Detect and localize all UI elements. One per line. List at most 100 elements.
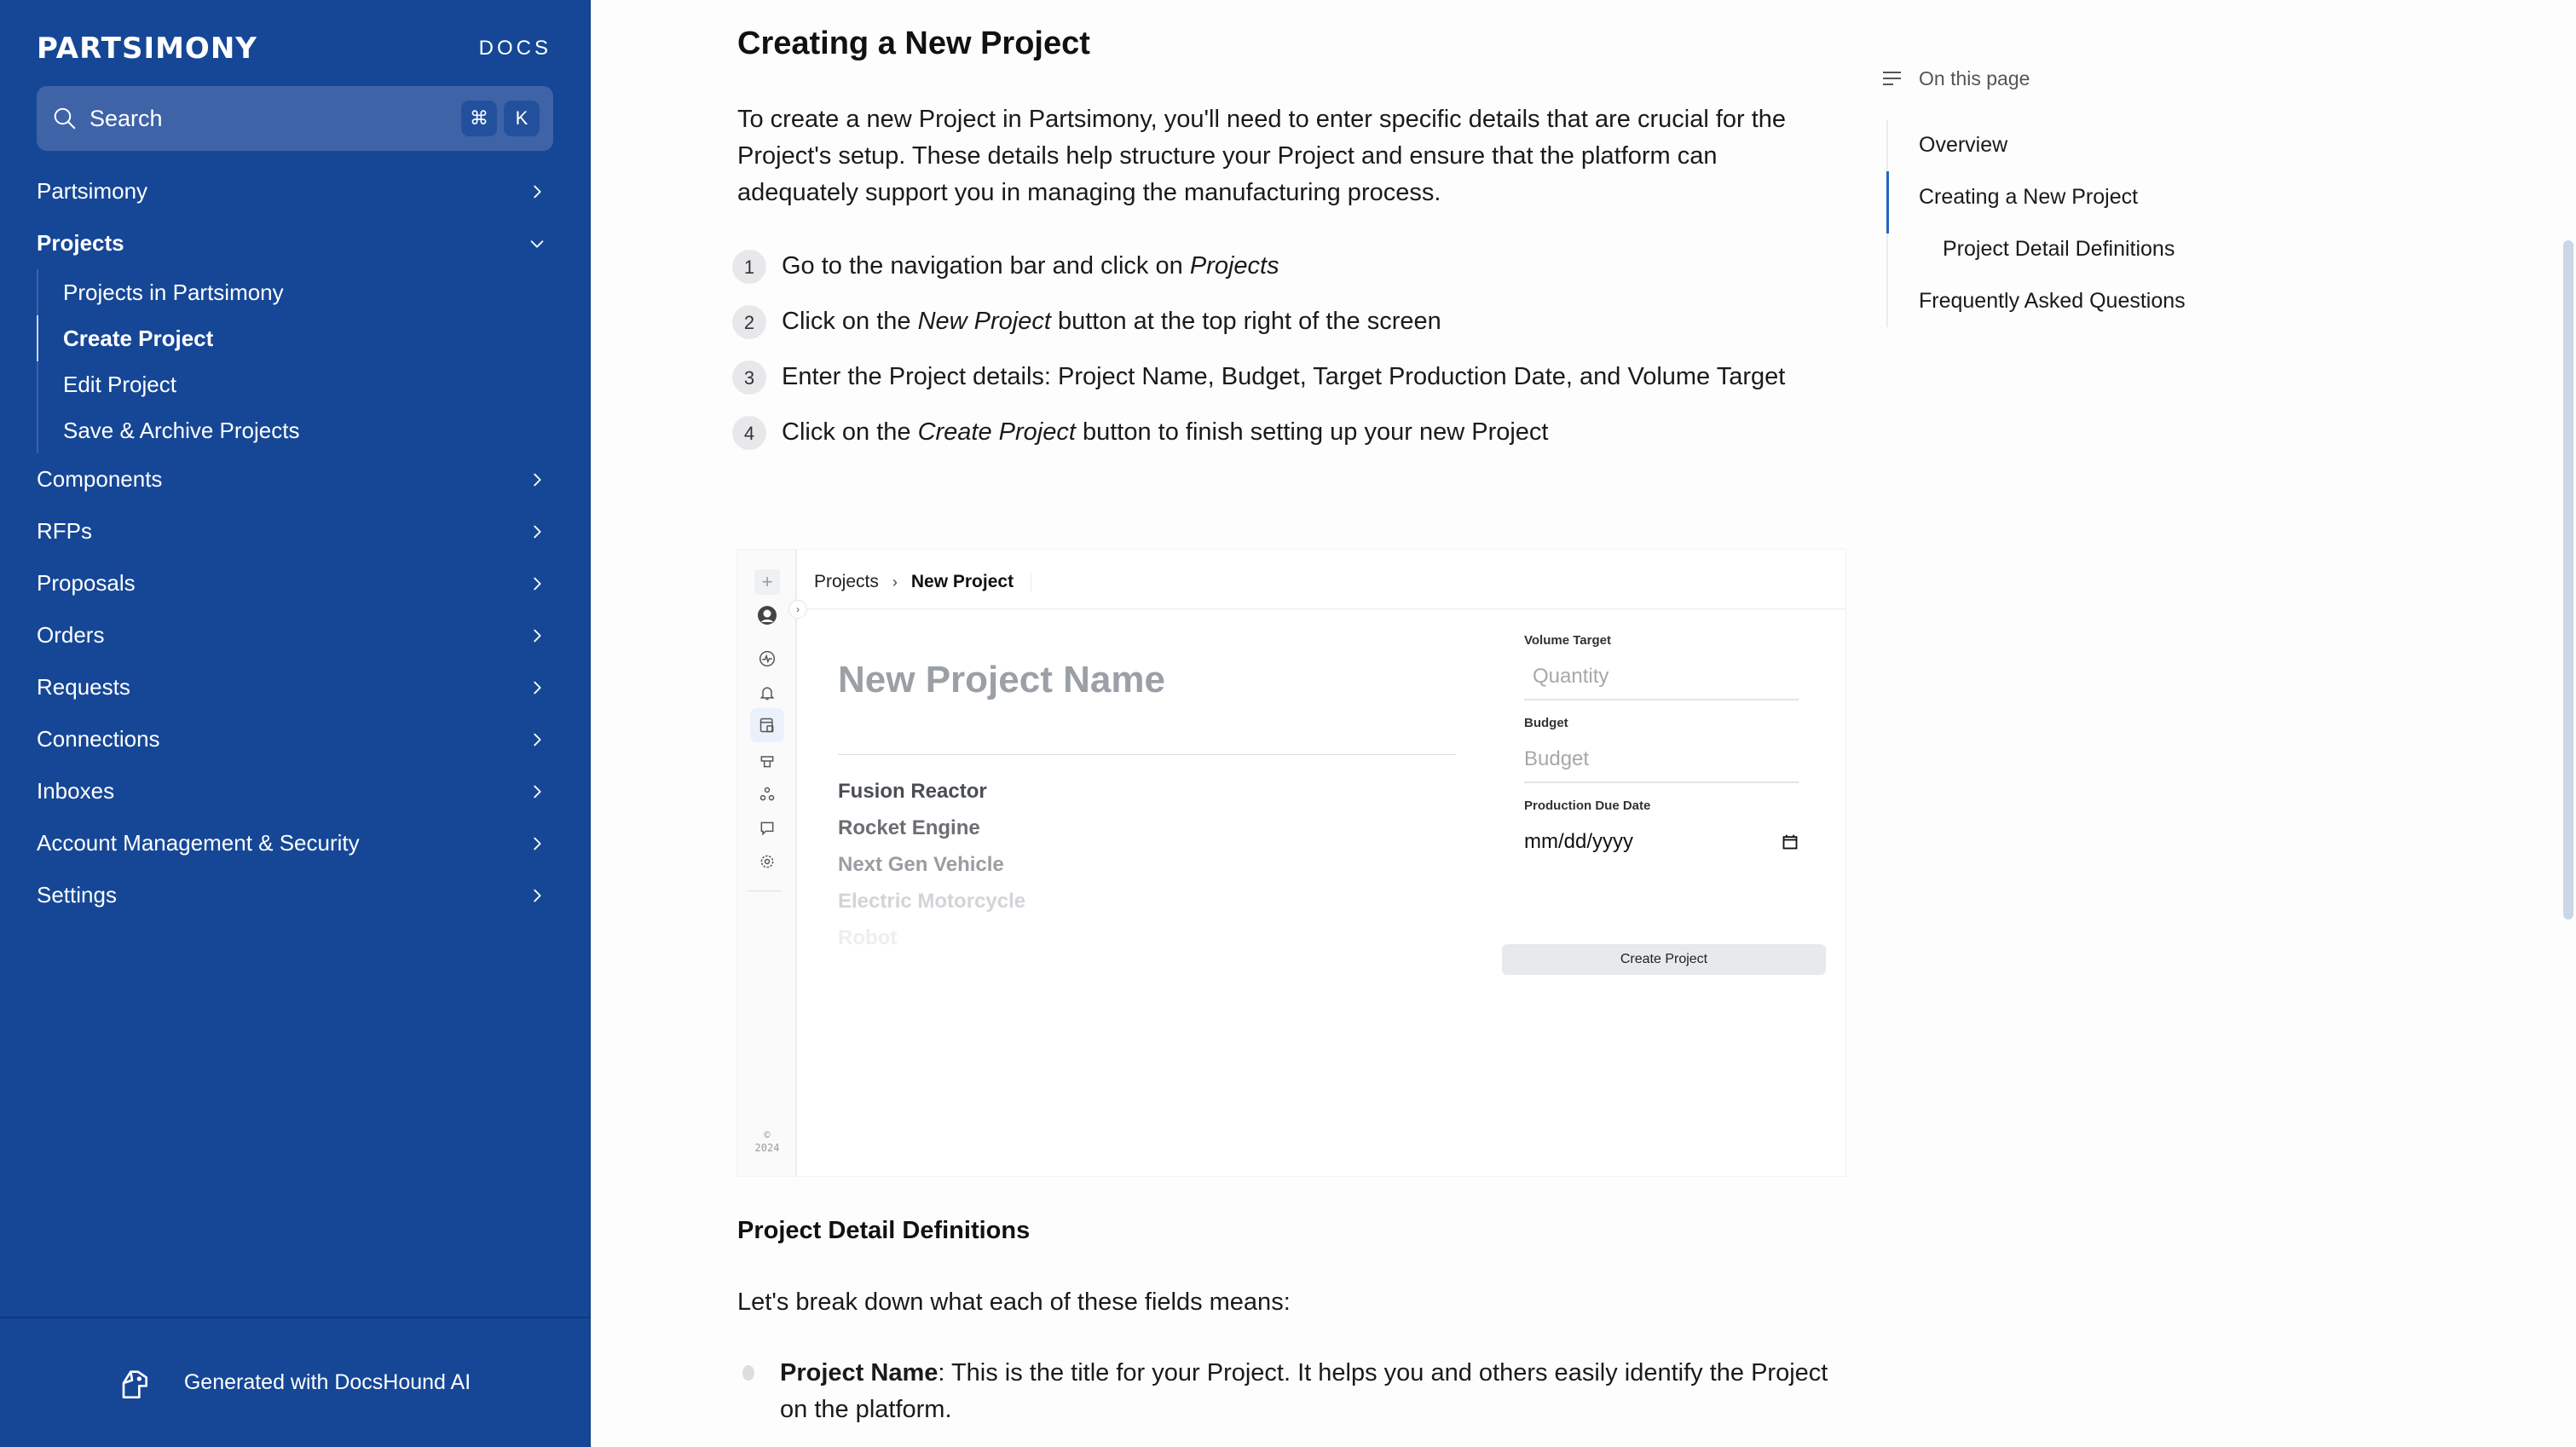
sidebar-subitem-projects-in-partsimony[interactable]: Projects in Partsimony bbox=[38, 269, 591, 315]
production-due-date-input: mm/dd/yyyy bbox=[1524, 825, 1799, 859]
sidebar-item-requests[interactable]: Requests bbox=[0, 661, 591, 713]
step-number: 2 bbox=[732, 305, 766, 339]
project-form: Volume Target Quantity Budget Budget Pro… bbox=[1524, 633, 1799, 859]
suggestion-item: Robot bbox=[838, 926, 898, 949]
sidebar-item-orders[interactable]: Orders bbox=[0, 609, 591, 661]
sidebar-item-projects[interactable]: Projects bbox=[0, 217, 591, 269]
toc-item-creating-a-new-project[interactable]: Creating a New Project bbox=[1886, 171, 2357, 233]
step-item: 4 Click on the Create Project button to … bbox=[732, 414, 1837, 451]
sidebar-subitem-create-project[interactable]: Create Project bbox=[37, 315, 591, 361]
toc-item-overview[interactable]: Overview bbox=[1888, 119, 2357, 171]
step-text: Enter the Project details: Project Name,… bbox=[782, 363, 1786, 390]
sidebar-item-label: Connections bbox=[37, 726, 160, 752]
chevron-right-icon bbox=[534, 577, 541, 590]
breadcrumb-separator-icon: › bbox=[892, 573, 898, 591]
header-divider bbox=[807, 608, 1845, 609]
budget-label: Budget bbox=[1524, 716, 1568, 730]
suggestion-item: Next Gen Vehicle bbox=[838, 853, 1004, 876]
sidebar-item-label: Proposals bbox=[37, 570, 136, 596]
step-text: Go to the navigation bar and click on Pr… bbox=[782, 252, 1279, 280]
page-title: Creating a New Project bbox=[737, 26, 1090, 61]
sidebar: PARTSIMONY DOCS Search ⌘ K Partsimony Pr… bbox=[0, 0, 591, 1447]
chevron-right-icon bbox=[534, 889, 541, 902]
bullet-dot bbox=[742, 1365, 754, 1381]
chevron-right-icon bbox=[534, 785, 541, 798]
chevron-right-icon bbox=[534, 629, 541, 642]
shortcut-key-k: K bbox=[504, 101, 540, 136]
chat-icon bbox=[754, 816, 780, 841]
step-text: Click on the Create Project button to fi… bbox=[782, 418, 1549, 446]
toc-list: Overview Creating a New Project Project … bbox=[1886, 119, 2357, 327]
date-placeholder: mm/dd/yyyy bbox=[1524, 830, 1634, 853]
chevron-right-icon bbox=[534, 681, 541, 694]
chevron-right-icon bbox=[534, 525, 541, 538]
step-number: 4 bbox=[732, 416, 766, 450]
breadcrumb-new-project: New Project bbox=[911, 572, 1032, 592]
sidebar-item-label: Inboxes bbox=[37, 778, 115, 804]
docshound-dog-icon bbox=[122, 1369, 147, 1398]
project-name-suggestions: Fusion Reactor Rocket Engine Next Gen Ve… bbox=[838, 773, 1025, 956]
sidebar-subitem-save-archive-projects[interactable]: Save & Archive Projects bbox=[38, 407, 591, 453]
project-name-placeholder: New Project Name bbox=[838, 659, 1165, 700]
projects-icon bbox=[750, 708, 784, 742]
sidebar-item-label: Settings bbox=[37, 882, 117, 908]
sidebar-item-connections[interactable]: Connections bbox=[0, 713, 591, 765]
toc-item-project-detail-definitions[interactable]: Project Detail Definitions bbox=[1888, 223, 2357, 275]
chevron-down-icon bbox=[530, 239, 544, 248]
chevron-right-icon bbox=[534, 733, 541, 746]
steps-list: 1 Go to the navigation bar and click on … bbox=[732, 248, 1837, 470]
avatar-icon bbox=[754, 602, 780, 628]
step-text: Click on the New Project button at the t… bbox=[782, 308, 1441, 335]
toc-item-faq[interactable]: Frequently Asked Questions bbox=[1888, 275, 2357, 327]
chevron-right-icon bbox=[534, 473, 541, 486]
search-icon bbox=[54, 107, 76, 130]
sidebar-item-label: Components bbox=[37, 466, 163, 492]
suggestion-item: Rocket Engine bbox=[838, 816, 980, 839]
step-item: 3 Enter the Project details: Project Nam… bbox=[732, 359, 1837, 395]
definitions-list: Project Name: This is the title for your… bbox=[737, 1355, 1837, 1428]
sidebar-item-inboxes[interactable]: Inboxes bbox=[0, 765, 591, 817]
sidebar-subitem-edit-project[interactable]: Edit Project bbox=[38, 361, 591, 407]
sidebar-item-rfps[interactable]: RFPs bbox=[0, 505, 591, 557]
intro-paragraph: To create a new Project in Partsimony, y… bbox=[737, 106, 1787, 206]
docshound-footer-text: Generated with DocsHound AI bbox=[183, 1370, 471, 1394]
new-project-screenshot: + © 2024 › Projects › New Project New Pr… bbox=[737, 550, 1845, 1176]
calendar-icon bbox=[1782, 834, 1798, 850]
section-intro: Let's break down what each of these fiel… bbox=[737, 1288, 1291, 1316]
step-number: 1 bbox=[732, 250, 766, 284]
copyright: © 2024 bbox=[754, 1129, 780, 1154]
screenshot-breadcrumb: Projects › New Project bbox=[814, 565, 1032, 599]
sidebar-nav: Partsimony Projects Projects in Partsimo… bbox=[0, 165, 591, 921]
list-icon bbox=[1883, 72, 1901, 85]
search-label: Search bbox=[90, 105, 163, 131]
sidebar-item-account-management-security[interactable]: Account Management & Security bbox=[0, 817, 591, 869]
sidebar-item-label: Partsimony bbox=[37, 178, 148, 204]
definition-text: Project Name: This is the title for your… bbox=[780, 1359, 1828, 1423]
docs-label: DOCS bbox=[478, 37, 552, 60]
sidebar-item-partsimony[interactable]: Partsimony bbox=[0, 165, 591, 217]
volume-target-label: Volume Target bbox=[1524, 633, 1611, 648]
sidebar-item-label: Requests bbox=[37, 674, 130, 700]
sidebar-item-proposals[interactable]: Proposals bbox=[0, 557, 591, 609]
settings-gear-icon bbox=[754, 849, 780, 874]
connections-icon bbox=[754, 781, 780, 807]
step-item: 1 Go to the navigation bar and click on … bbox=[732, 248, 1837, 285]
toc-heading: On this page bbox=[1880, 65, 2357, 92]
partsimony-logo[interactable]: PARTSIMONY bbox=[37, 34, 257, 63]
budget-input: Budget bbox=[1524, 742, 1799, 783]
sidebar-item-components[interactable]: Components bbox=[0, 453, 591, 505]
components-icon bbox=[754, 748, 780, 774]
sidebar-item-label: RFPs bbox=[37, 518, 92, 544]
expand-rail-icon: › bbox=[788, 600, 807, 619]
docshound-footer-link[interactable]: Generated with DocsHound AI bbox=[0, 1317, 590, 1447]
search-button[interactable]: Search ⌘ K bbox=[37, 86, 553, 151]
chevron-right-icon bbox=[534, 185, 541, 198]
step-item: 2 Click on the New Project button at the… bbox=[732, 303, 1837, 340]
app-icon-rail: + © 2024 bbox=[737, 550, 797, 1176]
sidebar-item-label: Projects bbox=[37, 230, 124, 256]
sidebar-item-label: Orders bbox=[37, 622, 105, 648]
section-title-project-detail-definitions: Project Detail Definitions bbox=[737, 1217, 1031, 1244]
sidebar-item-settings[interactable]: Settings bbox=[0, 869, 591, 921]
page-scrollbar-thumb[interactable] bbox=[2563, 240, 2573, 920]
step-number: 3 bbox=[732, 360, 766, 395]
